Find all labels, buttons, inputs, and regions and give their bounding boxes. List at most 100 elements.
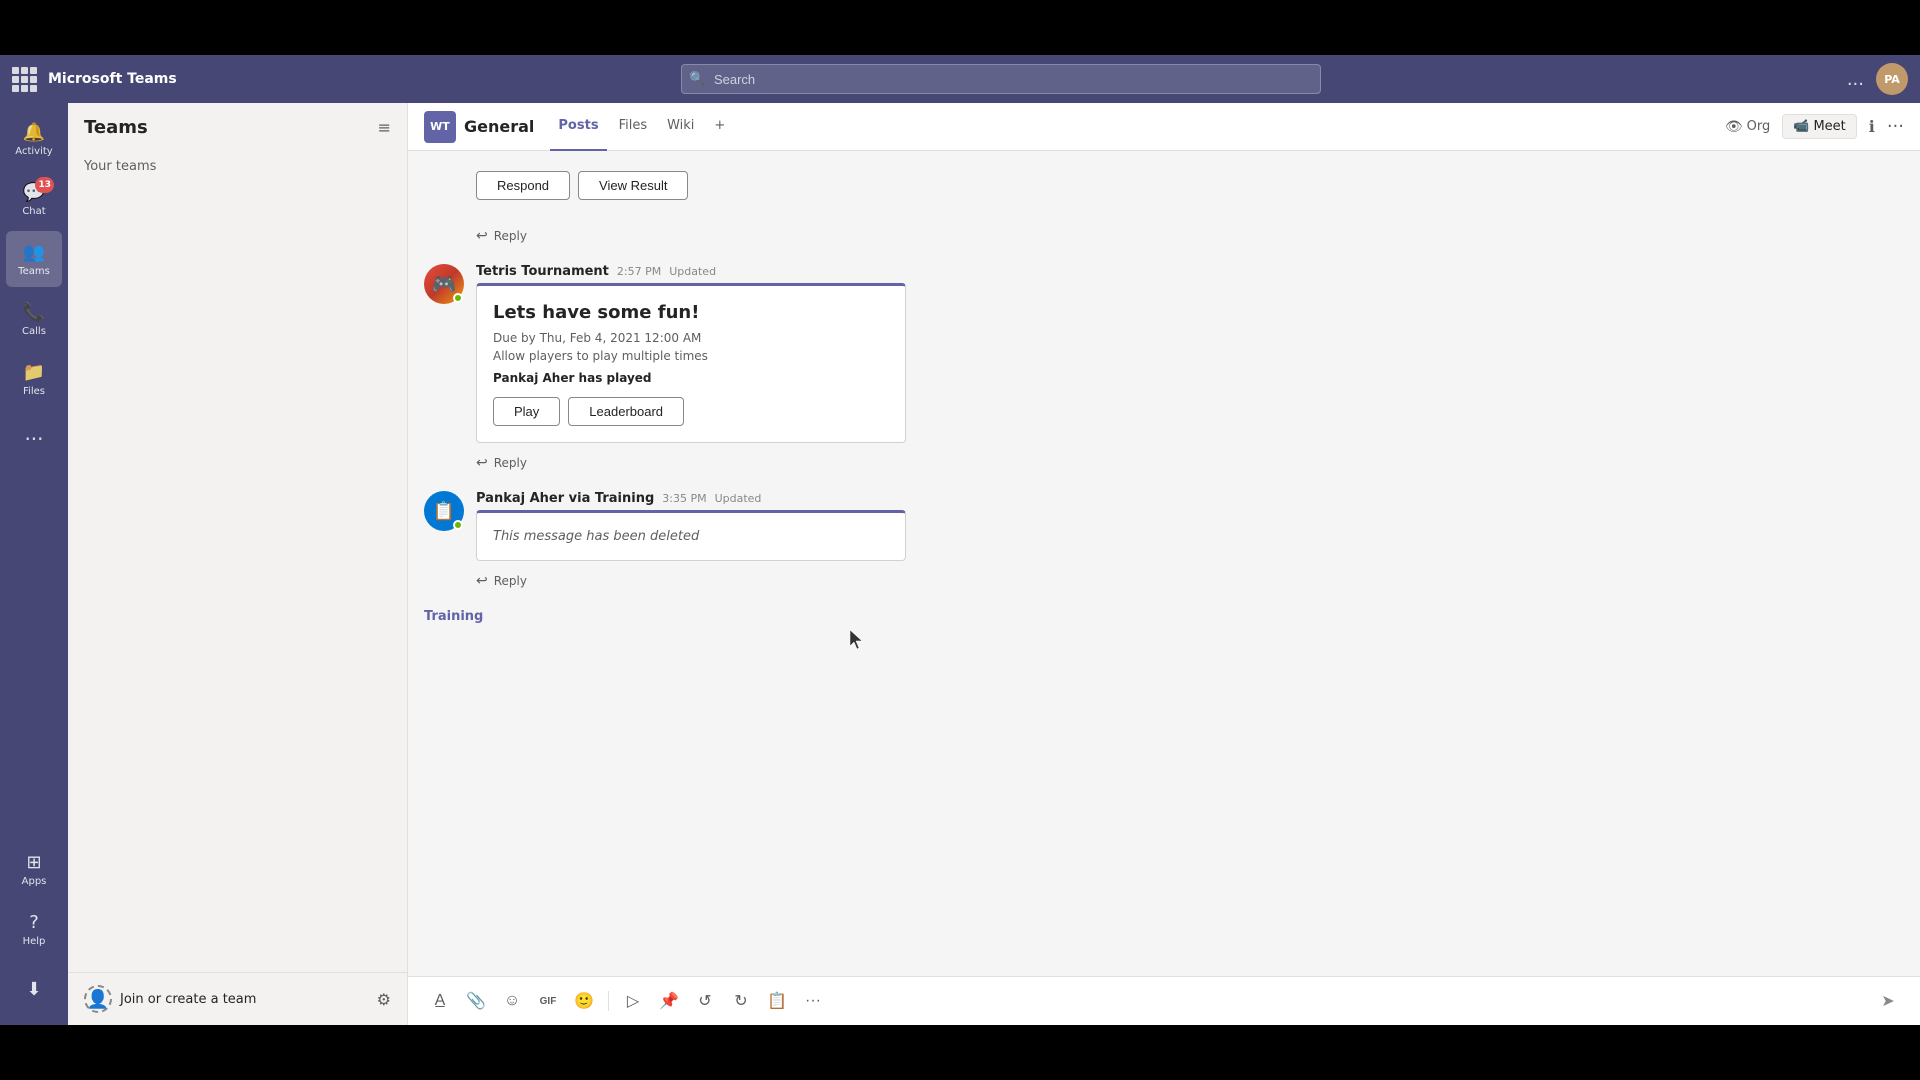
teams-filter-icon[interactable]: ≡ — [378, 118, 391, 137]
teams-panel: Teams ≡ Your teams 👤 Join or create a te… — [68, 103, 408, 1025]
meet-button[interactable]: 📹 Meet — [1782, 114, 1857, 139]
user-avatar[interactable]: PA — [1876, 63, 1908, 95]
board-button[interactable]: 📋 — [761, 985, 793, 1017]
channel-wt-badge: WT — [424, 111, 456, 143]
pankaj-reply-button[interactable]: ↩ Reply — [476, 569, 1904, 593]
top-black-bar — [0, 0, 1920, 55]
sidebar-bottom: ⊞ Apps ? Help ⬇ — [6, 841, 62, 1017]
poll-reply-button[interactable]: ↩ Reply — [476, 224, 1852, 248]
sidebar-item-apps-label: Apps — [22, 876, 47, 887]
respond-button[interactable]: Respond — [476, 171, 570, 200]
teams-footer: 👤 Join or create a team ⚙ — [68, 972, 407, 1025]
teams-content: Your teams — [68, 151, 407, 182]
tab-add[interactable]: + — [706, 103, 733, 151]
org-button[interactable]: 👁 Org — [1725, 119, 1770, 135]
search-input[interactable] — [681, 64, 1321, 94]
sidebar-item-calls-label: Calls — [22, 326, 46, 337]
messages-area[interactable]: Respond View Result ↩ Reply 🎮 — [408, 151, 1920, 976]
game-card-title: Lets have some fun! — [493, 302, 889, 323]
view-result-button[interactable]: View Result — [578, 171, 688, 200]
game-card-buttons: Play Leaderboard — [493, 397, 889, 426]
sidebar-item-chat-label: Chat — [22, 206, 45, 217]
title-bar: Microsoft Teams 🔍 ... PA — [0, 55, 1920, 103]
tetris-message-block: 🎮 Tetris Tournament 2:57 PM Updated Lets… — [408, 256, 1920, 483]
format-button[interactable]: A̲ — [424, 985, 456, 1017]
sidebar-item-teams-label: Teams — [18, 266, 50, 277]
settings-icon[interactable]: ⚙ — [377, 990, 391, 1009]
tetris-sender-name: Tetris Tournament — [476, 264, 609, 279]
channel-header-right: 👁 Org 📹 Meet ℹ ··· — [1725, 114, 1904, 139]
tetris-message-updated: Updated — [669, 265, 716, 278]
sidebar: 🔔 Activity 💬 Chat 13 👥 Teams 📞 Calls 📁 F… — [0, 103, 68, 1025]
sidebar-item-apps[interactable]: ⊞ Apps — [6, 841, 62, 897]
leaderboard-button[interactable]: Leaderboard — [568, 397, 684, 426]
tetris-game-card: Lets have some fun! Due by Thu, Feb 4, 2… — [476, 283, 906, 443]
pankaj-message-time: 3:35 PM — [662, 492, 706, 505]
tetris-avatar: 🎮 — [424, 264, 464, 304]
sidebar-item-files[interactable]: 📁 Files — [6, 351, 62, 407]
sidebar-item-help[interactable]: ? Help — [6, 901, 62, 957]
files-icon: 📁 — [23, 362, 45, 383]
tab-posts[interactable]: Posts — [550, 103, 606, 151]
app-grid-icon[interactable] — [12, 67, 36, 91]
title-bar-right: ... PA — [1847, 63, 1908, 95]
title-bar-left: Microsoft Teams — [12, 67, 412, 91]
tab-files[interactable]: Files — [611, 103, 656, 151]
compose-area: A̲ 📎 ☺ GIF 🙂 ▷ — [408, 976, 1920, 1025]
compose-toolbar: A̲ 📎 ☺ GIF 🙂 ▷ — [424, 985, 1904, 1017]
teams-panel-title: Teams — [84, 117, 148, 138]
sidebar-item-chat[interactable]: 💬 Chat 13 — [6, 171, 62, 227]
poll-reply-row: ↩ Reply — [408, 212, 1920, 256]
tetris-message-content: Tetris Tournament 2:57 PM Updated Lets h… — [476, 264, 1904, 475]
sticker-button[interactable]: 🙂 — [568, 985, 600, 1017]
tetris-reply-arrow-icon: ↩ — [476, 455, 488, 471]
channel-area: WT General Posts Files Wiki + — [408, 103, 1920, 1025]
bottom-black-bar — [0, 1025, 1920, 1080]
loop2-button[interactable]: ↻ — [725, 985, 757, 1017]
emoji-button[interactable]: ☺ — [496, 985, 528, 1017]
sidebar-item-calls[interactable]: 📞 Calls — [6, 291, 62, 347]
pin-button[interactable]: 📌 — [653, 985, 685, 1017]
chat-badge: 13 — [35, 177, 54, 193]
channel-info-icon[interactable]: ℹ — [1869, 117, 1875, 136]
sidebar-item-activity-label: Activity — [15, 146, 52, 157]
game-card-played-by: Pankaj Aher has played — [493, 371, 889, 385]
title-bar-more-button[interactable]: ... — [1847, 69, 1864, 90]
loop2-icon: ↻ — [734, 991, 747, 1011]
board-icon: 📋 — [767, 991, 787, 1011]
play-button[interactable]: Play — [493, 397, 560, 426]
attach-button[interactable]: 📎 — [460, 985, 492, 1017]
pankaj-online-indicator — [453, 520, 463, 530]
loop-button[interactable]: ↺ — [689, 985, 721, 1017]
teams-icon: 👥 — [23, 242, 45, 263]
pankaj-message-updated: Updated — [715, 492, 762, 505]
tetris-reply-button[interactable]: ↩ Reply — [476, 451, 1904, 475]
toolbar-more-button[interactable]: ··· — [797, 985, 829, 1017]
sidebar-item-activity[interactable]: 🔔 Activity — [6, 111, 62, 167]
search-icon: 🔍 — [689, 72, 705, 87]
tetris-message-header: Tetris Tournament 2:57 PM Updated — [476, 264, 1904, 279]
pankaj-sender-name: Pankaj Aher via Training — [476, 491, 654, 506]
sidebar-item-help-label: Help — [23, 936, 46, 947]
tetris-message-time: 2:57 PM — [617, 265, 661, 278]
sidebar-item-teams[interactable]: 👥 Teams — [6, 231, 62, 287]
channel-more-icon[interactable]: ··· — [1887, 116, 1904, 137]
giphy-button[interactable]: GIF — [532, 985, 564, 1017]
send-button[interactable]: ➤ — [1872, 985, 1904, 1017]
sidebar-item-files-label: Files — [23, 386, 45, 397]
teams-header: Teams ≡ — [68, 103, 407, 151]
org-icon: 👁 — [1725, 119, 1743, 135]
calls-icon: 📞 — [23, 302, 45, 323]
meet-now-button[interactable]: ▷ — [617, 985, 649, 1017]
toolbar-more-icon: ··· — [805, 992, 821, 1010]
online-indicator — [453, 293, 463, 303]
poll-message-block: Respond View Result — [408, 163, 1920, 212]
sidebar-item-more[interactable]: ··· — [6, 411, 62, 467]
emoji-icon: ☺ — [504, 992, 520, 1010]
sidebar-item-download[interactable]: ⬇ — [6, 961, 62, 1017]
pankaj-avatar: 📋 — [424, 491, 464, 531]
tab-wiki[interactable]: Wiki — [659, 103, 702, 151]
join-team-label[interactable]: Join or create a team — [120, 992, 256, 1007]
your-teams-label: Your teams — [84, 159, 156, 174]
download-icon: ⬇ — [26, 979, 41, 1000]
